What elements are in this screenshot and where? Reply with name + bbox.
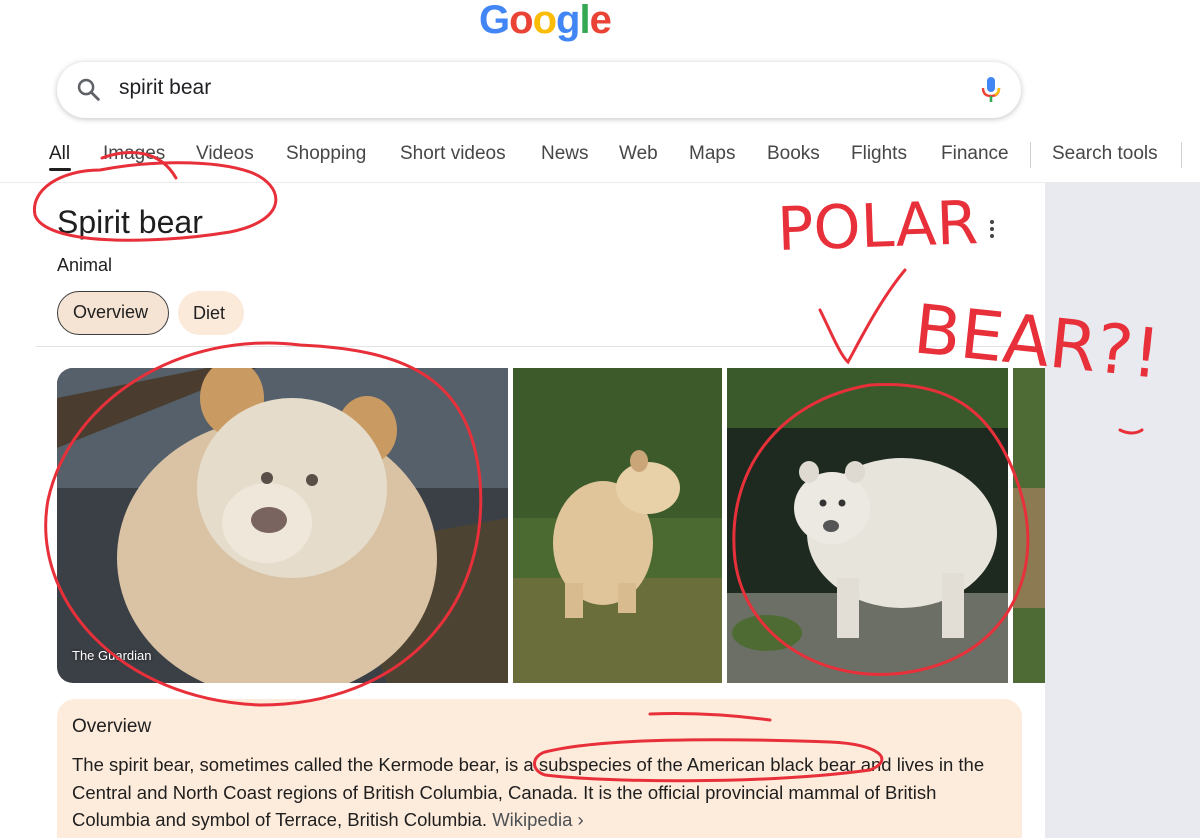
annotation-arrow [818,268,907,365]
bear-image-partial[interactable] [1013,368,1045,683]
wikipedia-link[interactable]: Wikipedia › [492,809,584,830]
annotation-text-polar: POLAR [776,188,979,265]
chip-overview[interactable]: Overview [57,291,169,335]
bear-image-river[interactable] [513,368,722,683]
side-background [1045,183,1200,838]
wikipedia-link-label[interactable]: Wikipedia [492,809,572,830]
tab-images[interactable]: Images [103,143,165,165]
logo-letter: g [556,0,580,42]
overview-heading: Overview [72,716,152,737]
chevron-right-icon: › [577,809,584,830]
image-source-label: The Guardian [72,648,152,663]
logo-letter: l [579,0,590,42]
tab-shopping[interactable]: Shopping [286,143,366,165]
tab-divider [1181,142,1182,168]
bear-image-closeup[interactable] [57,368,508,683]
logo-letter: G [479,0,510,42]
overview-description: The spirit bear, sometimes called the Ke… [72,751,1012,834]
search-tools-button[interactable]: Search tools [1052,143,1158,165]
search-input[interactable]: spirit bear [119,76,211,100]
overview-card: Overview The spirit bear, sometimes call… [57,699,1022,838]
tab-all[interactable]: All [49,143,70,165]
tab-short-videos[interactable]: Short videos [400,143,506,165]
tab-finance[interactable]: Finance [941,143,1009,165]
google-logo[interactable]: Google [479,0,612,43]
microphone-icon[interactable] [979,75,1003,105]
tab-web[interactable]: Web [619,143,658,165]
search-box[interactable]: spirit bear [57,62,1021,118]
logo-letter: o [532,0,557,42]
tab-news[interactable]: News [541,143,589,165]
search-icon[interactable] [75,76,103,104]
tab-videos[interactable]: Videos [196,143,254,165]
more-options-icon[interactable] [984,218,1000,240]
chip-diet[interactable]: Diet [178,291,244,335]
knowledge-panel-title: Spirit bear [57,204,203,240]
logo-letter: o [509,0,533,42]
tab-books[interactable]: Books [767,143,820,165]
header-divider [0,182,1200,183]
knowledge-panel-subtitle: Animal [57,255,113,275]
bear-image-white-bear[interactable] [727,368,1008,683]
tab-flights[interactable]: Flights [851,143,907,165]
section-divider [36,346,1045,347]
search-tabs: All Images Videos Shopping Short videos … [0,140,1200,180]
tab-divider [1030,142,1031,168]
logo-letter: e [589,0,612,42]
active-tab-indicator [49,168,71,171]
tab-maps[interactable]: Maps [689,143,735,165]
